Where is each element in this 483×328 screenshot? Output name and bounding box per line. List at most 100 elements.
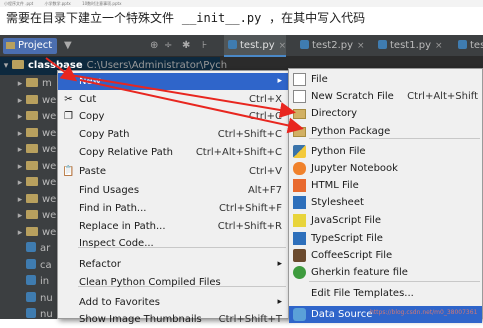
menu-item-shortcut: Ctrl+X	[248, 94, 282, 105]
submenu-item-python-file[interactable]: Python File	[289, 143, 482, 160]
watermark: https://blog.csdn.net/m0_38007361	[370, 309, 478, 316]
tree-item-label: we	[42, 193, 57, 205]
caption: 需要在目录下建立一个特殊文件 __init__.py ，在其中写入代码	[6, 7, 365, 29]
submenu-item-directory[interactable]: Directory	[289, 105, 482, 122]
python-file-icon	[293, 145, 306, 158]
scratch-file-icon	[293, 90, 306, 103]
chevron-right-icon[interactable]: ▸	[14, 191, 26, 209]
editor-tabs: test.py × test2.py × test1.py × tes	[220, 35, 483, 57]
project-tab[interactable]: Project	[3, 38, 58, 54]
chevron-right-icon[interactable]: ▸	[14, 92, 26, 110]
menu-item-copy-path[interactable]: Copy Path Ctrl+Shift+C	[58, 126, 288, 143]
menu-item-new[interactable]: New ▸	[58, 73, 288, 90]
menu-item-replace-in-path[interactable]: Replace in Path... Ctrl+Shift+R	[58, 218, 288, 235]
cut-icon: ✂	[64, 94, 73, 105]
menu-item-shortcut: Ctrl+Shift+F	[218, 203, 282, 214]
menu-item-clean-python-compiled-files[interactable]: Clean Python Compiled Files	[58, 274, 288, 291]
tree-item[interactable]: ▸ we	[0, 141, 56, 159]
menu-item-refactor[interactable]: Refactor ▸	[58, 256, 288, 273]
chevron-right-icon[interactable]: ▸	[14, 141, 26, 159]
submenu-item-javascript-file[interactable]: JavaScript File	[289, 212, 482, 229]
tree-item[interactable]: in	[0, 273, 49, 291]
python-file-icon	[228, 40, 237, 49]
chevron-right-icon[interactable]: ▸	[14, 158, 26, 176]
chevron-right-icon[interactable]: ▸	[14, 174, 26, 192]
top-strip: 小程序文件 .ppt 小学数学.pptx 10数时注意事项.pptx	[0, 0, 483, 7]
javascript-file-icon	[293, 214, 306, 227]
menu-item-copy[interactable]: ❐ Copy Ctrl+C	[58, 108, 288, 125]
tree-item-label: we	[42, 177, 57, 188]
menu-item-copy-relative-path[interactable]: Copy Relative Path Ctrl+Alt+Shift+C	[58, 144, 288, 161]
locate-icon[interactable]: ⊕	[150, 38, 158, 54]
menu-item-shortcut: Ctrl+Shift+R	[217, 221, 282, 232]
menu-item-label: Clean Python Compiled Files	[79, 277, 221, 288]
chevron-down-icon[interactable]: ▾	[0, 57, 12, 75]
tab-test1-py[interactable]: test1.py ×	[374, 35, 444, 57]
menu-item-inspect-code[interactable]: Inspect Code...	[58, 235, 288, 252]
tree-item[interactable]: ar	[0, 240, 50, 258]
submenu-item-label: HTML File	[311, 180, 359, 191]
tab-tes[interactable]: tes	[454, 35, 483, 57]
submenu-item-file[interactable]: File	[289, 71, 482, 88]
submenu-item-coffeescript-file[interactable]: CoffeeScript File	[289, 247, 482, 264]
tree-item[interactable]: ▸ we	[0, 191, 56, 209]
submenu-item-gherkin-feature-file[interactable]: Gherkin feature file	[289, 264, 482, 281]
chevron-right-icon[interactable]: ▸	[14, 75, 26, 93]
tree-item[interactable]: nu	[0, 306, 53, 319]
directory-icon	[293, 109, 306, 119]
submenu-item-jupyter-notebook[interactable]: Jupyter Notebook	[289, 160, 482, 177]
project-toolbar: Project ▼ ⊕ ÷ ✱ ⊦	[0, 35, 220, 57]
menu-item-find-in-path[interactable]: Find in Path... Ctrl+Shift+F	[58, 200, 288, 217]
close-icon[interactable]: ×	[435, 41, 443, 51]
tree-item[interactable]: ▸ we	[0, 207, 56, 225]
chevron-right-icon[interactable]: ▸	[14, 125, 26, 143]
chevron-right-icon[interactable]: ▸	[14, 224, 26, 242]
folder-icon	[12, 60, 24, 69]
submenu-item-new-scratch-file[interactable]: New Scratch File Ctrl+Alt+Shift	[289, 88, 482, 105]
python-package-icon	[293, 127, 306, 137]
tree-item[interactable]: ▸ we	[0, 158, 56, 176]
menu-item-cut[interactable]: ✂ Cut Ctrl+X	[58, 91, 288, 108]
top-strip-item: 小学数学.pptx	[44, 1, 71, 6]
hide-icon[interactable]: ⊦	[202, 38, 207, 54]
tree-item[interactable]: nu	[0, 290, 53, 308]
collapse-icon[interactable]: ÷	[164, 38, 172, 54]
menu-item-find-usages[interactable]: Find Usages Alt+F7	[58, 182, 288, 199]
caption-prefix: 需要在目录下建立一个特殊文件	[6, 11, 175, 25]
submenu-item-python-package[interactable]: Python Package	[289, 123, 482, 140]
submenu-item-typescript-file[interactable]: TypeScript File	[289, 230, 482, 247]
chevron-right-icon: ▸	[277, 76, 282, 86]
tree-item[interactable]: ▸ we	[0, 92, 56, 110]
chevron-right-icon[interactable]: ▸	[14, 108, 26, 126]
chevron-right-icon[interactable]: ▸	[14, 207, 26, 225]
tree-item[interactable]: ▸ m	[0, 75, 52, 93]
tab-label: test1.py	[390, 40, 432, 51]
tree-item-label: in	[40, 276, 50, 287]
tree-item[interactable]: ▸ we	[0, 125, 56, 143]
submenu-item-label: Directory	[311, 108, 358, 119]
tree-item-label: nu	[40, 309, 53, 319]
tree-item[interactable]: ▸ we	[0, 174, 56, 192]
tab-test-py[interactable]: test.py ×	[224, 35, 286, 57]
menu-item-show-image-thumbnails[interactable]: Show Image Thumbnails Ctrl+Shift+T	[58, 311, 288, 328]
tab-test2-py[interactable]: test2.py ×	[296, 35, 366, 57]
menu-item-shortcut: Ctrl+C	[248, 111, 282, 122]
folder-icon	[26, 177, 38, 186]
submenu-item-label: New Scratch File	[311, 91, 394, 102]
gear-icon[interactable]: ✱	[182, 38, 190, 54]
menu-item-add-to-favorites[interactable]: Add to Favorites ▸	[58, 294, 288, 311]
tree-item[interactable]: ca	[0, 257, 52, 275]
data-source-icon	[293, 308, 306, 321]
tree-item-label: m	[42, 78, 52, 89]
submenu-item-label: File	[311, 74, 328, 85]
close-icon[interactable]: ×	[357, 41, 365, 51]
menu-item-paste[interactable]: 📋 Paste Ctrl+V	[58, 163, 288, 180]
submenu-item-edit-file-templates[interactable]: Edit File Templates...	[289, 285, 482, 302]
tree-item[interactable]: ▸ we	[0, 224, 56, 242]
tree-item[interactable]: ▸ we	[0, 108, 56, 126]
close-icon[interactable]: ×	[279, 41, 287, 51]
submenu-item-stylesheet[interactable]: Stylesheet	[289, 194, 482, 211]
tab-label: test2.py	[312, 40, 354, 51]
submenu-item-html-file[interactable]: HTML File	[289, 177, 482, 194]
dropdown-icon[interactable]: ▼	[64, 38, 72, 54]
